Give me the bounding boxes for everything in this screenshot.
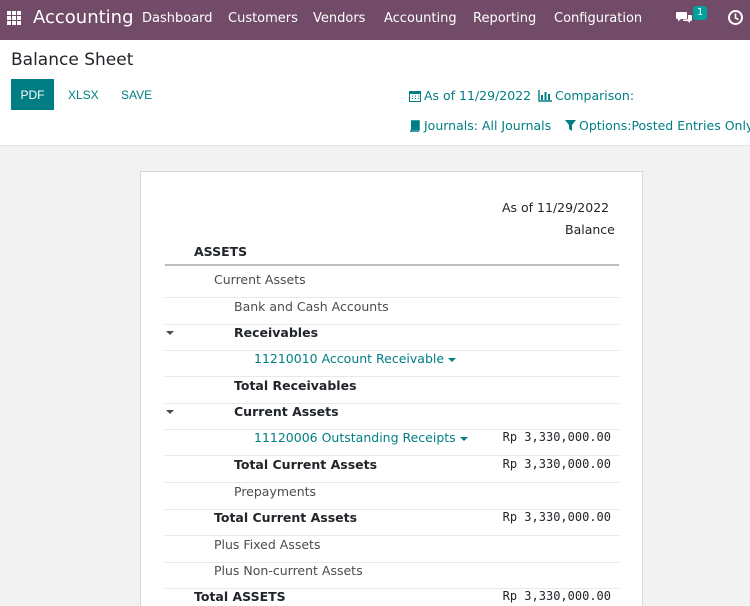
- report-row-assets: ASSETS: [165, 244, 619, 266]
- row-label: Total Current Assets: [234, 457, 378, 472]
- caret-down-icon[interactable]: [166, 410, 174, 414]
- row-label: Plus Non-current Assets: [214, 563, 363, 578]
- report-row-current-assets[interactable]: Current Assets: [165, 404, 619, 430]
- row-label: Current Assets: [234, 404, 339, 419]
- column-header-date: As of 11/29/2022: [502, 200, 610, 215]
- menu-vendors[interactable]: Vendors: [313, 11, 365, 26]
- options-filter[interactable]: Options:Posted Entries Only: [565, 118, 750, 133]
- comparison-filter[interactable]: Comparison:: [538, 88, 634, 103]
- report-row-receivables[interactable]: Receivables: [165, 325, 619, 351]
- date-filter-label: As of 11/29/2022: [424, 88, 532, 103]
- row-label: Total ASSETS: [194, 589, 286, 604]
- date-filter[interactable]: As of 11/29/2022: [409, 88, 531, 103]
- row-amount: Rp 3,330,000.00: [502, 430, 611, 444]
- report-row-non-current-assets: Plus Non-current Assets: [165, 563, 619, 589]
- options-filter-label: Options:Posted Entries Only: [579, 118, 750, 133]
- caret-down-icon[interactable]: [166, 331, 174, 335]
- column-header-balance: Balance: [565, 222, 615, 237]
- row-label: Bank and Cash Accounts: [234, 299, 389, 314]
- report-row-outstanding-receipts[interactable]: 11120006 Outstanding Receipts Rp 3,330,0…: [165, 430, 619, 456]
- control-panel: Balance Sheet PDF XLSX SAVE As of 11/29/…: [0, 40, 750, 146]
- row-label: ASSETS: [194, 244, 248, 259]
- dropdown-caret-icon[interactable]: [459, 436, 468, 441]
- menu-reporting[interactable]: Reporting: [473, 11, 536, 26]
- report-row-total-receivables: Total Receivables: [165, 378, 619, 404]
- row-amount: Rp 3,330,000.00: [502, 457, 611, 471]
- row-label: Plus Fixed Assets: [214, 537, 321, 552]
- account-link[interactable]: 11210010 Account Receivable: [254, 351, 457, 366]
- report-row-total-assets: Total ASSETS Rp 3,330,000.00: [165, 589, 619, 606]
- account-link[interactable]: 11120006 Outstanding Receipts: [254, 430, 468, 445]
- report-row-prepayments: Prepayments: [165, 484, 619, 510]
- menu-dashboard[interactable]: Dashboard: [142, 11, 213, 26]
- journals-filter-label: Journals: All Journals: [424, 118, 552, 133]
- row-label: 11210010 Account Receivable: [254, 351, 445, 366]
- report-row-account-receivable[interactable]: 11210010 Account Receivable: [165, 351, 619, 377]
- top-navbar: Accounting Dashboard Customers Vendors A…: [0, 0, 750, 40]
- clock-icon[interactable]: [727, 9, 744, 30]
- pdf-button[interactable]: PDF: [11, 79, 54, 110]
- calendar-icon: [409, 90, 421, 102]
- journals-filter[interactable]: Journals: All Journals: [409, 118, 551, 133]
- row-amount: Rp 3,330,000.00: [502, 589, 611, 603]
- row-label: Prepayments: [234, 484, 317, 499]
- app-brand[interactable]: Accounting: [33, 7, 134, 28]
- chat-count-badge: 1: [693, 6, 708, 20]
- menu-customers[interactable]: Customers: [228, 11, 298, 26]
- row-label: Total Current Assets: [214, 510, 358, 525]
- report-row-fixed-assets: Plus Fixed Assets: [165, 537, 619, 563]
- chat-icon[interactable]: [676, 10, 693, 29]
- menu-configuration[interactable]: Configuration: [554, 11, 642, 26]
- dropdown-caret-icon[interactable]: [448, 357, 457, 362]
- comparison-filter-label: Comparison:: [555, 88, 635, 103]
- row-label: 11120006 Outstanding Receipts: [254, 430, 456, 445]
- xlsx-button[interactable]: XLSX: [68, 88, 99, 102]
- balance-sheet-report: As of 11/29/2022 Balance ASSETS Current …: [140, 171, 643, 606]
- bar-chart-icon: [538, 89, 552, 102]
- page-title: Balance Sheet: [11, 50, 134, 70]
- report-row-current-assets-group: Current Assets: [165, 272, 619, 298]
- menu-accounting[interactable]: Accounting: [384, 11, 457, 26]
- report-row-total-current-assets-inner: Total Current Assets Rp 3,330,000.00: [165, 457, 619, 483]
- save-button[interactable]: SAVE: [121, 88, 152, 102]
- report-row-total-current-assets: Total Current Assets Rp 3,330,000.00: [165, 510, 619, 536]
- row-label: Total Receivables: [234, 378, 357, 393]
- row-label: Receivables: [234, 325, 319, 340]
- row-label: Current Assets: [214, 272, 306, 287]
- report-row-bank-cash: Bank and Cash Accounts: [165, 299, 619, 325]
- row-amount: Rp 3,330,000.00: [502, 510, 611, 524]
- funnel-icon: [565, 119, 576, 131]
- book-icon: [410, 119, 420, 132]
- apps-grid-icon[interactable]: [7, 11, 21, 25]
